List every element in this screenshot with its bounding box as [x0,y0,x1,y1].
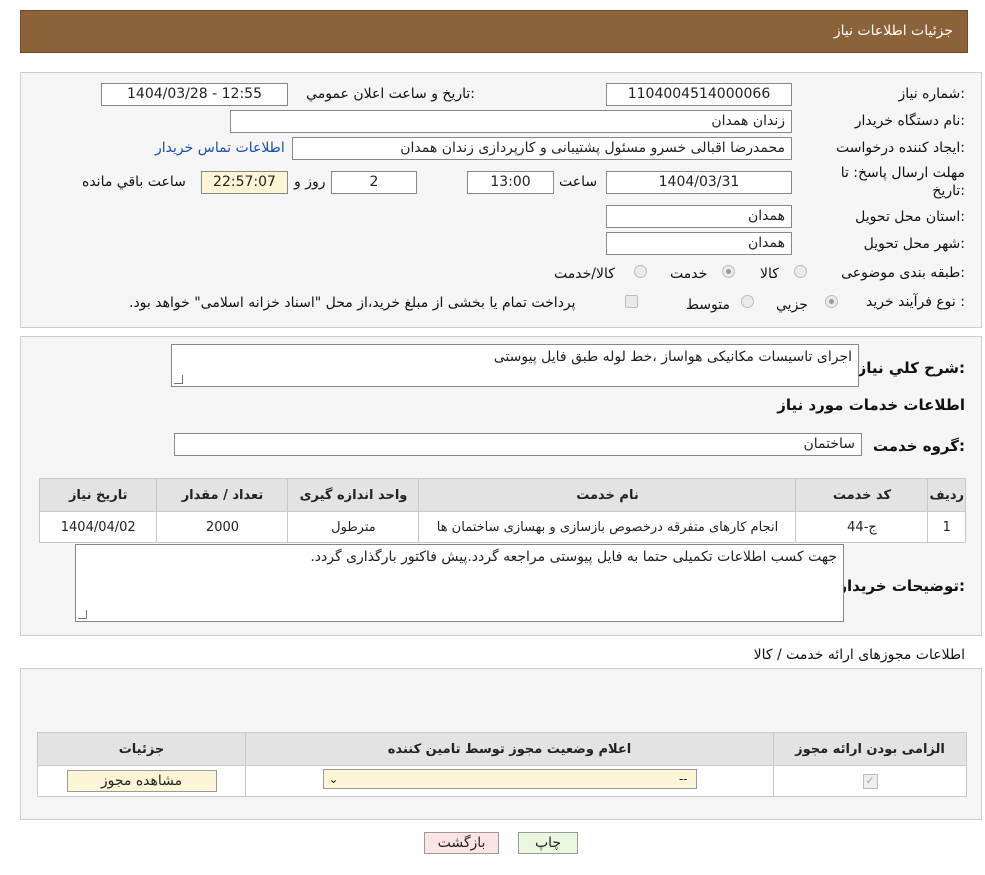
col-permit-details: جزئيات [37,732,246,766]
deadline-label: مهلت ارسال پاسخ: تا [840,165,965,181]
cell-service-code: ج-44 [795,511,929,543]
need-number-label: شماره نیاز: [898,86,965,102]
col-service-code: کد خدمت [795,478,929,512]
col-row: رديف [927,478,966,512]
city-field: همدان [606,232,792,255]
permits-table-header: الزامی بودن ارائه مجوز اعلام وضعيت مجوز … [37,732,967,766]
cell-row: 1 [927,511,966,543]
col-need-date: تاريخ نياز [38,478,158,512]
category-radio-service[interactable] [722,265,735,278]
requester-field: محمدرضا اقبالی خسرو مسئول پشتیبانی و کار… [292,137,792,160]
cell-permit-details: مشاهده مجوز [37,765,246,797]
view-permit-button[interactable]: مشاهده مجوز [66,770,217,792]
announce-label: تاریخ و ساعت اعلان عمومي: [306,86,475,102]
table-row: ✓ ⌄ -- مشاهده مجوز [37,765,967,797]
services-table: رديف کد خدمت نام خدمت واحد اندازه گيری ت… [38,478,966,543]
col-unit: واحد اندازه گيری [287,478,420,512]
cell-unit: مترطول [287,511,420,543]
buyer-org-field: زندان همدان [230,110,792,133]
days-field: 2 [331,171,417,194]
city-label: شهر محل تحويل: [863,236,965,252]
deadline-date-field: 1404/03/31 [606,171,792,194]
table-row: 1 ج-44 انجام کارهای متفرقه درخصوص بازساز… [38,511,966,543]
col-permit-status: اعلام وضعيت مجوز توسط تامين کننده [245,732,774,766]
summary-resize-handle[interactable] [174,375,183,384]
province-label: استان محل تحويل: [855,209,965,225]
process-radio-minor[interactable] [825,295,838,308]
buyer-contact-link[interactable]: اطلاعات تماس خريدار [155,140,285,156]
province-field: همدان [606,205,792,228]
cell-need-date: 1404/04/02 [38,511,158,543]
buyer-notes-resize-handle[interactable] [78,610,87,619]
page-header: جزئیات اطلاعات نیاز [20,10,968,53]
print-button[interactable]: چاپ [518,832,578,854]
summary-textarea[interactable]: اجرای تاسیسات مکانیکی هواساز ،خط لوله طب… [171,344,859,387]
requester-label: ايجاد کننده درخواست: [836,140,965,156]
cell-service-name: انجام کارهای متفرقه درخصوص بازسازی و بهس… [418,511,797,543]
cell-permit-required: ✓ [773,765,967,797]
services-section-title: اطلاعات خدمات مورد نياز [777,396,965,414]
need-number-field: 1104004514000066 [606,83,792,106]
services-table-header: رديف کد خدمت نام خدمت واحد اندازه گيری ت… [38,478,966,512]
summary-label: شرح کلي نياز: [857,359,965,377]
buyer-notes-textarea[interactable]: جهت کسب اطلاعات تکمیلی حتما به فایل پیوس… [75,544,844,622]
process-label: نوع فرآيند خريد : [866,294,965,310]
back-button[interactable]: بازگشت [424,832,499,854]
permit-required-checkbox[interactable]: ✓ [862,774,878,789]
category-radio-goods[interactable] [794,265,807,278]
col-service-name: نام خدمت [418,478,797,512]
permit-status-value: -- [678,772,688,786]
deadline-time-label: ساعت [559,174,598,190]
buyer-notes-label: توضيحات خريدار: [838,577,965,595]
days-label: روز و [294,174,326,190]
process-option-minor: جزيي [776,297,808,313]
process-option-medium: متوسط [686,297,730,313]
deadline-label-date: تاريخ: [932,183,965,199]
process-note: پرداخت تمام يا بخشی از مبلغ خريد،از محل … [129,295,576,311]
treasury-checkbox[interactable] [625,295,638,308]
deadline-time-field: 13:00 [467,171,554,194]
category-option-goods: کالا [760,266,779,282]
chevron-down-icon: ⌄ [328,772,339,786]
category-radio-goods-service[interactable] [634,265,647,278]
process-radio-medium[interactable] [741,295,754,308]
category-option-goods-service: کالا/خدمت [554,266,615,282]
permits-section-title: اطلاعات مجوزهای ارائه خدمت / کالا [753,647,965,663]
permits-table: الزامی بودن ارائه مجوز اعلام وضعيت مجوز … [37,732,967,797]
cell-permit-status: ⌄ -- [245,765,774,797]
col-permit-required: الزامی بودن ارائه مجوز [773,732,967,766]
category-label: طبقه بندی موضوعی: [841,265,965,281]
category-option-service: خدمت [670,266,708,282]
remaining-label: ساعت باقي مانده [82,174,186,190]
permit-status-select[interactable]: ⌄ -- [322,769,697,789]
buyer-org-label: نام دستگاه خريدار: [854,113,965,129]
announce-field: 1404/03/28 - 12:55 [101,83,288,106]
remaining-time-field: 22:57:07 [201,171,288,194]
service-group-field: ساختمان [174,433,862,456]
cell-quantity: 2000 [156,511,289,543]
col-quantity: تعداد / مقدار [156,478,289,512]
page-title: جزئیات اطلاعات نیاز [833,23,953,39]
service-group-label: گروه خدمت: [872,437,965,455]
